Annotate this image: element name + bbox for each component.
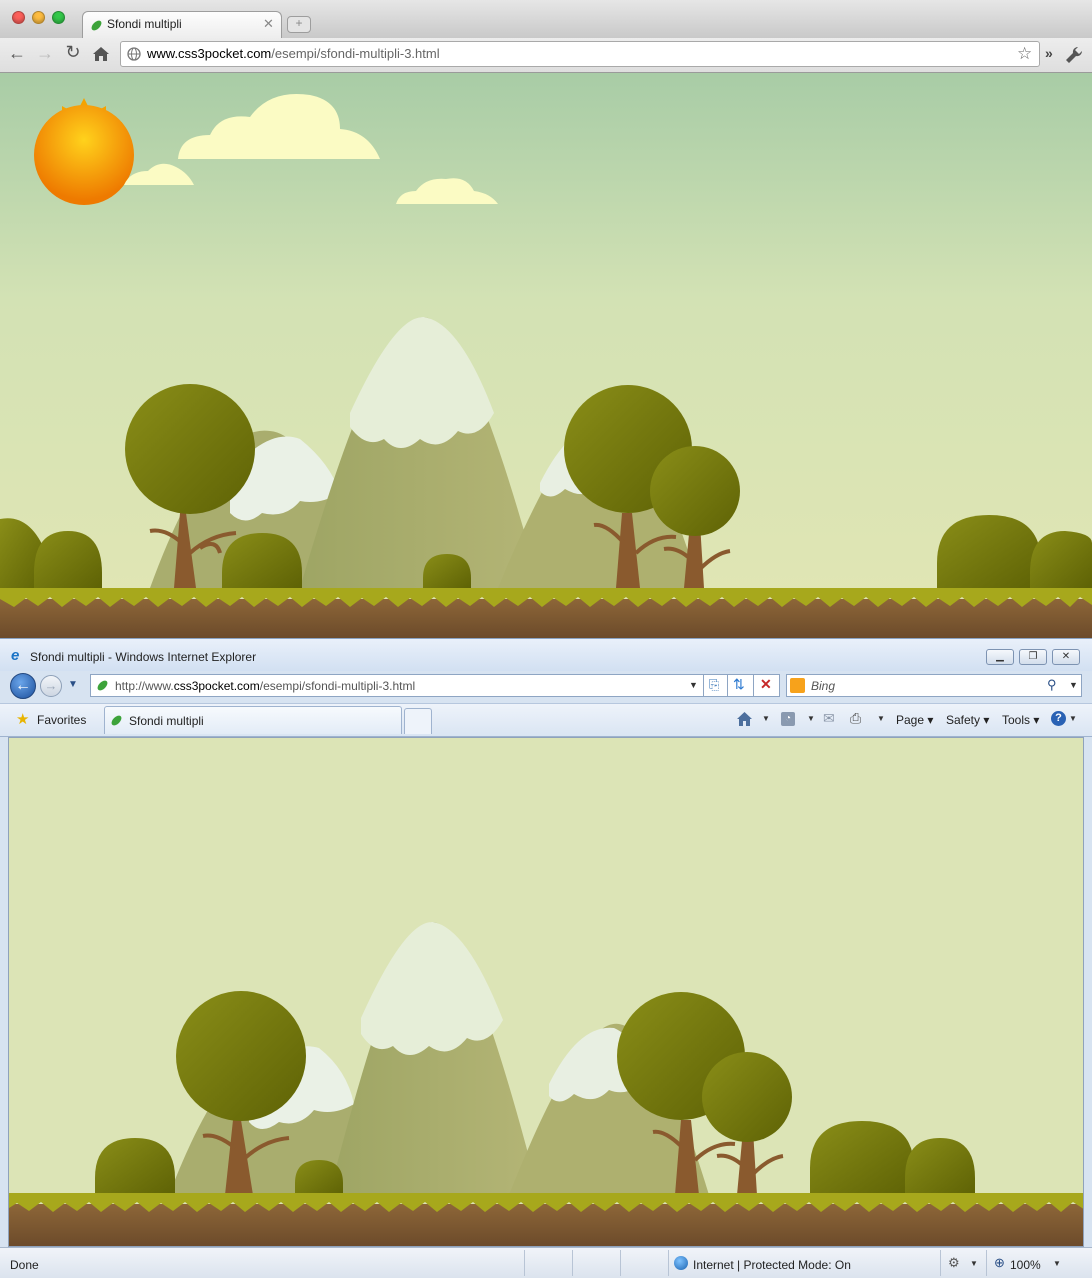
status-bar: Done Internet | Protected Mode: On ⚙ ▼ ⊕…	[0, 1247, 1092, 1278]
home-icon[interactable]	[736, 711, 753, 727]
mail-icon[interactable]: ✉	[823, 710, 835, 727]
search-placeholder: Bing	[811, 679, 836, 693]
bing-icon	[790, 678, 805, 693]
protected-mode-icon[interactable]: ⚙	[948, 1255, 960, 1271]
refresh-icon[interactable]: ⇅	[733, 676, 745, 693]
rss-dropdown-icon[interactable]: ▼	[807, 714, 815, 723]
ie-nav-bar: ← → ▼ http://www.css3pocket.com/esempi/s…	[0, 671, 1092, 703]
new-tab-button[interactable]: +	[287, 16, 311, 33]
search-options-icon[interactable]: ▼	[1069, 680, 1078, 690]
minimize-button[interactable]: ▁	[986, 649, 1014, 665]
chrome-title-bar: Sfondi multipli ✕ +	[0, 0, 1092, 39]
new-tab-button[interactable]	[404, 708, 432, 734]
globe-icon	[127, 47, 141, 61]
chrome-page-content	[0, 73, 1092, 638]
star-icon[interactable]: ☆	[1017, 44, 1032, 64]
command-bar: ★ Favorites Sfondi multipli ▼ ◔ ▼ ✉ ⎙ ▼ …	[0, 703, 1092, 737]
back-icon[interactable]: ←	[10, 673, 36, 699]
chrome-tab[interactable]: Sfondi multipli ✕	[82, 11, 282, 39]
search-box[interactable]: Bing ⚲ ▼	[786, 674, 1082, 697]
wrench-icon[interactable]	[1064, 45, 1084, 65]
globe-icon	[674, 1256, 688, 1270]
help-icon[interactable]: ?	[1051, 711, 1066, 726]
landscape-illustration	[0, 93, 1092, 638]
compatibility-icon[interactable]: ⎘	[709, 677, 719, 693]
home-dropdown-icon[interactable]: ▼	[762, 714, 770, 723]
sun-icon	[34, 98, 134, 205]
favorites-button[interactable]: Favorites	[37, 713, 86, 727]
status-text: Done	[10, 1258, 39, 1272]
minimize-window-button[interactable]	[32, 11, 45, 24]
extensions-overflow-icon[interactable]: »	[1045, 45, 1053, 61]
close-tab-icon[interactable]: ✕	[263, 16, 274, 32]
restore-button[interactable]: ❐	[1019, 649, 1047, 665]
forward-icon[interactable]: →	[34, 43, 56, 64]
tools-menu[interactable]: Tools ▾	[1002, 713, 1039, 727]
back-icon[interactable]: ←	[6, 43, 28, 64]
close-window-button[interactable]	[12, 11, 25, 24]
search-icon[interactable]: ⚲	[1047, 677, 1057, 693]
protected-mode-dropdown-icon[interactable]: ▼	[970, 1259, 978, 1268]
cloud-icon	[124, 93, 498, 204]
reload-icon[interactable]: ↻	[62, 42, 84, 63]
zoom-icon[interactable]: ⊕	[994, 1255, 1005, 1271]
window-title: Sfondi multipli - Windows Internet Explo…	[30, 650, 257, 664]
safety-menu[interactable]: Safety ▾	[946, 713, 989, 727]
address-dropdown-icon[interactable]: ▼	[689, 680, 698, 690]
favorites-star-icon: ★	[16, 711, 30, 728]
leaf-favicon-icon	[97, 680, 108, 691]
chrome-window: Sfondi multipli ✕ + ← → ↻ www.css3pocket…	[0, 0, 1092, 638]
url-text[interactable]: http://www.css3pocket.com/esempi/sfondi-…	[115, 679, 415, 693]
home-icon[interactable]	[92, 46, 110, 62]
landscape-illustration	[9, 921, 1083, 1246]
forward-icon[interactable]: →	[40, 675, 62, 697]
ie-logo-icon: e	[11, 647, 20, 664]
page-menu[interactable]: Page ▾	[896, 713, 933, 727]
security-zone-text[interactable]: Internet | Protected Mode: On	[693, 1258, 851, 1272]
zoom-level[interactable]: 100%	[1010, 1258, 1041, 1272]
leaf-favicon-icon	[111, 715, 122, 726]
ie-tab[interactable]: Sfondi multipli	[104, 706, 402, 734]
history-dropdown-icon[interactable]: ▼	[68, 679, 78, 690]
close-button[interactable]: ✕	[1052, 649, 1080, 665]
omnibox[interactable]: www.css3pocket.com/esempi/sfondi-multipl…	[120, 41, 1040, 67]
print-icon[interactable]: ⎙	[850, 710, 861, 727]
help-dropdown-icon[interactable]: ▼	[1069, 714, 1077, 723]
stop-icon[interactable]: ✕	[760, 676, 772, 693]
zoom-window-button[interactable]	[52, 11, 65, 24]
ie-title-bar: e Sfondi multipli - Windows Internet Exp…	[0, 639, 1092, 671]
zoom-dropdown-icon[interactable]: ▼	[1053, 1259, 1061, 1268]
ie-page-content	[8, 737, 1084, 1247]
print-dropdown-icon[interactable]: ▼	[877, 714, 885, 723]
address-bar[interactable]: http://www.css3pocket.com/esempi/sfondi-…	[90, 674, 780, 697]
url-text[interactable]: www.css3pocket.com/esempi/sfondi-multipl…	[147, 46, 440, 61]
tab-title: Sfondi multipli	[107, 17, 182, 31]
tab-title: Sfondi multipli	[129, 714, 204, 728]
leaf-favicon-icon	[91, 20, 102, 31]
chrome-toolbar: ← → ↻ www.css3pocket.com/esempi/sfondi-m…	[0, 38, 1092, 73]
ie-window: e Sfondi multipli - Windows Internet Exp…	[0, 638, 1092, 1278]
rss-icon[interactable]: ◔	[781, 712, 795, 726]
